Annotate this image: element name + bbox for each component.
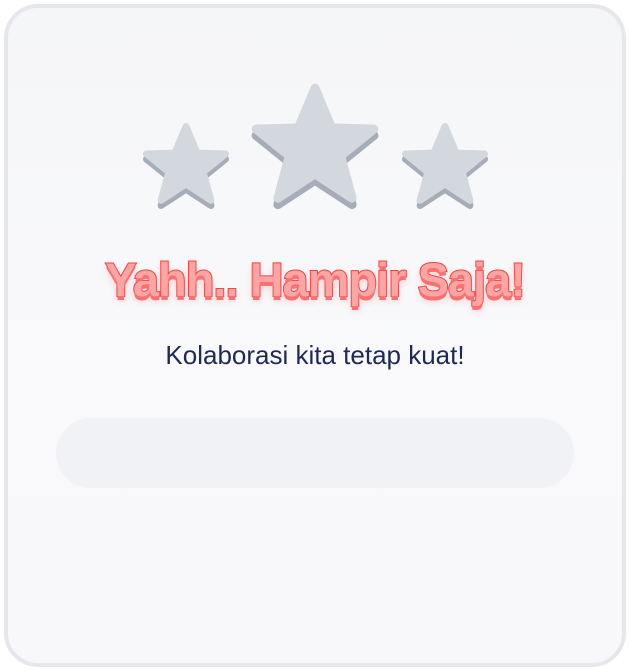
star-rating bbox=[0, 80, 630, 220]
action-placeholder bbox=[56, 418, 574, 488]
result-subtitle: Kolaborasi kita tetap kuat! bbox=[165, 340, 465, 370]
star-center-icon bbox=[251, 83, 379, 210]
star-left-icon bbox=[143, 123, 229, 209]
star-right-icon bbox=[402, 123, 488, 209]
result-title: Yahh.. Hampir Saja! bbox=[104, 252, 527, 307]
